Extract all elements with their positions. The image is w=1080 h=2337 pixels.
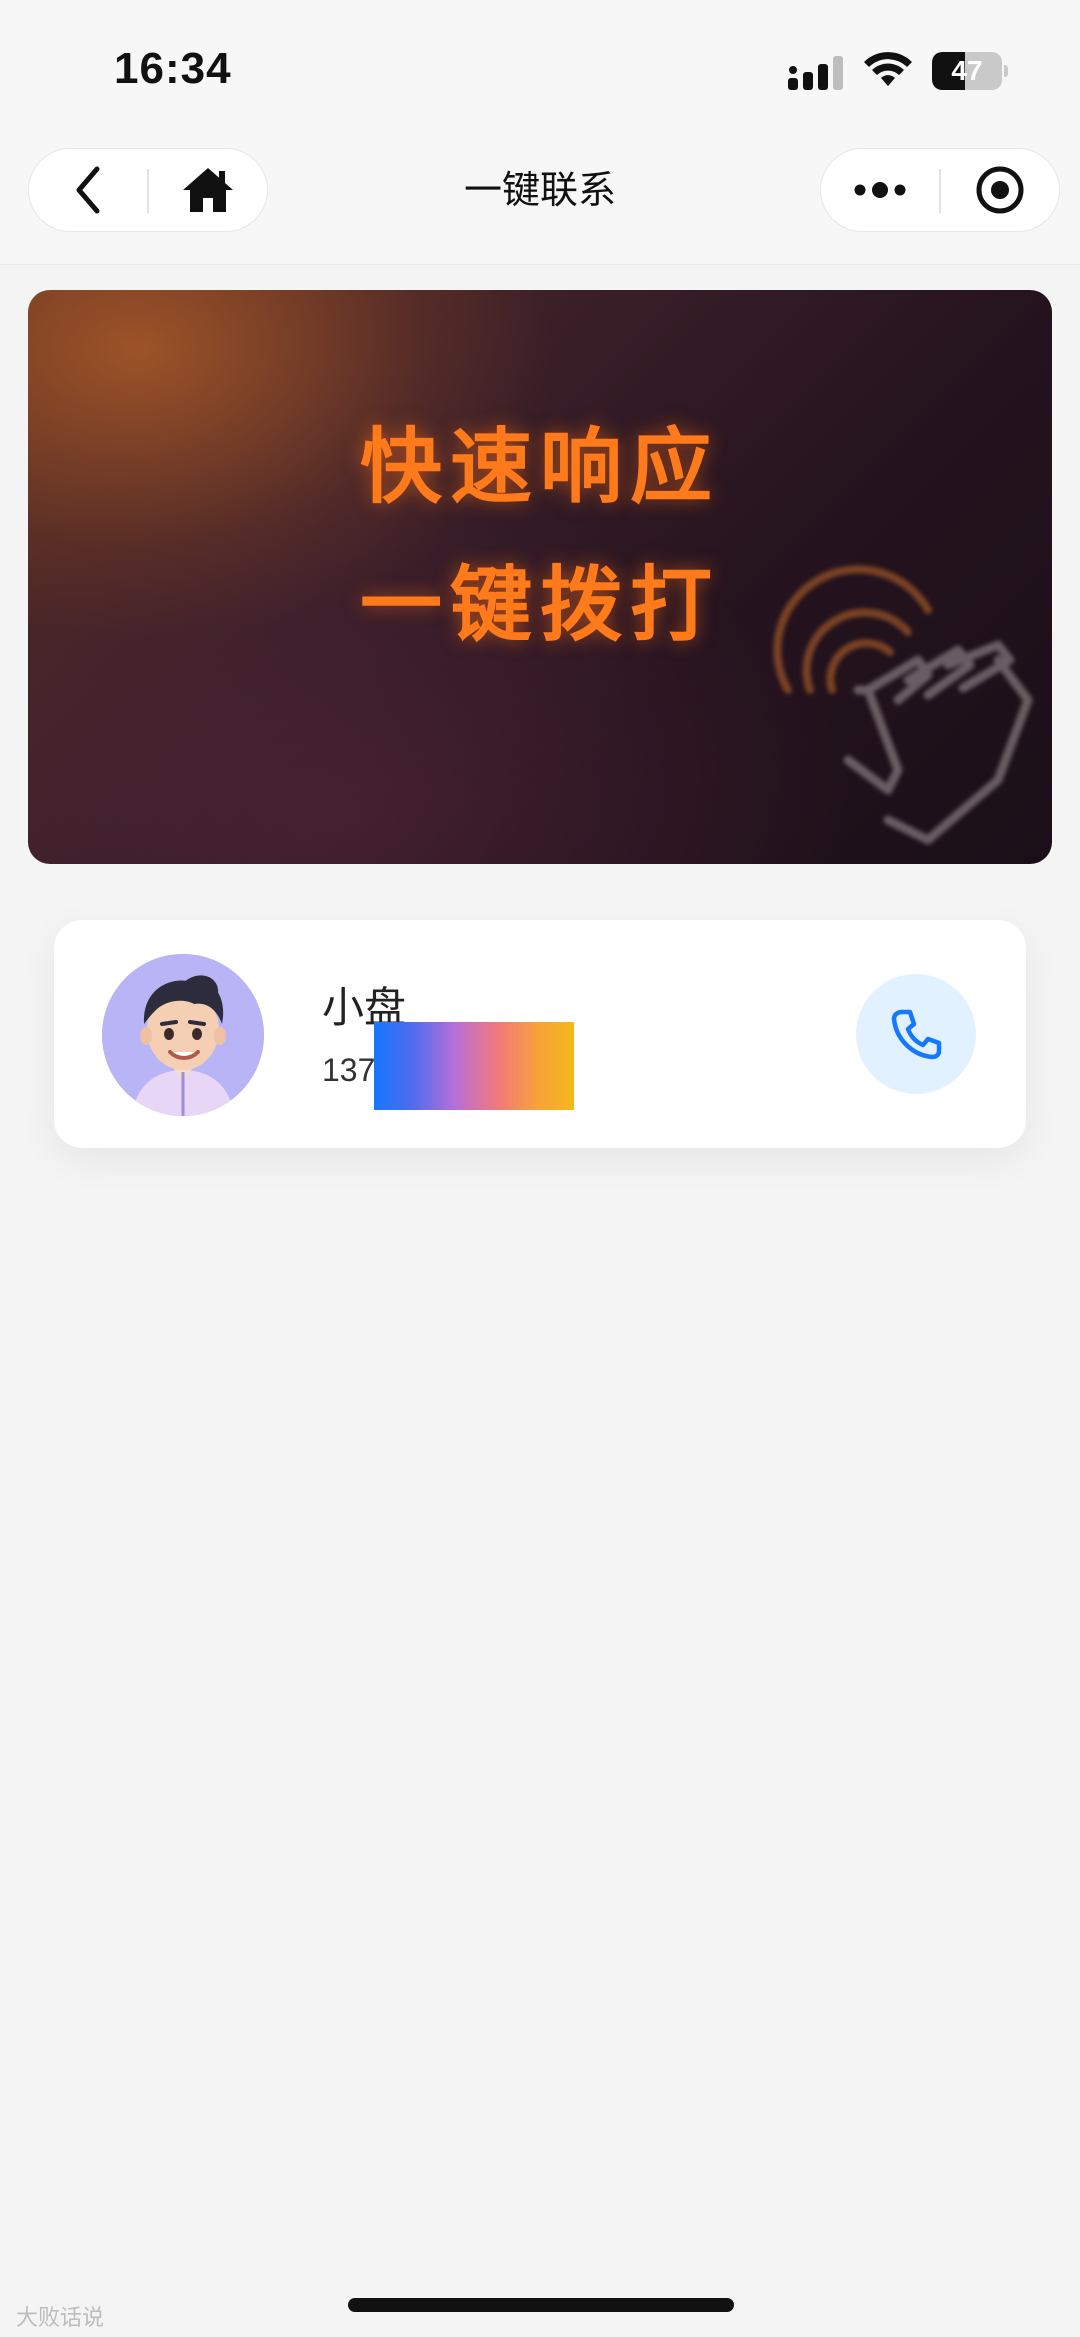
phone-redaction xyxy=(374,1022,574,1110)
back-button[interactable] xyxy=(29,149,147,231)
call-button[interactable] xyxy=(856,974,976,1094)
home-button[interactable] xyxy=(149,149,267,231)
avatar-image xyxy=(102,954,264,1116)
more-icon xyxy=(854,182,906,198)
status-time: 16:34 xyxy=(114,44,232,93)
close-target-icon xyxy=(976,166,1024,214)
banner-line-1: 快速响应 xyxy=(359,420,720,515)
wifi-icon xyxy=(864,52,912,86)
close-button[interactable] xyxy=(941,149,1059,231)
nav-capsule-left xyxy=(28,148,268,232)
home-icon xyxy=(183,168,233,212)
more-button[interactable] xyxy=(821,149,939,231)
page-title: 一键联系 xyxy=(463,168,616,212)
phone-icon xyxy=(891,1009,942,1060)
watermark: 大败话说 xyxy=(16,2306,105,2331)
battery-level: 47 xyxy=(951,55,983,86)
contact-phone: 137 xyxy=(322,1052,376,1088)
nav-bar: 一键联系 xyxy=(0,140,1080,265)
battery-icon: 47 xyxy=(932,52,1008,92)
tap-hand-icon xyxy=(773,565,1033,845)
promo-banner: 快速响应 一键拨打 xyxy=(28,290,1052,864)
status-bar: 16:34 47 xyxy=(0,0,1080,140)
contact-card[interactable]: 小盘 137 xyxy=(54,920,1026,1148)
avatar xyxy=(102,954,264,1116)
back-icon xyxy=(76,166,100,214)
home-indicator[interactable] xyxy=(348,2298,734,2312)
signal-icon xyxy=(788,56,843,90)
nav-capsule-right xyxy=(820,148,1060,232)
